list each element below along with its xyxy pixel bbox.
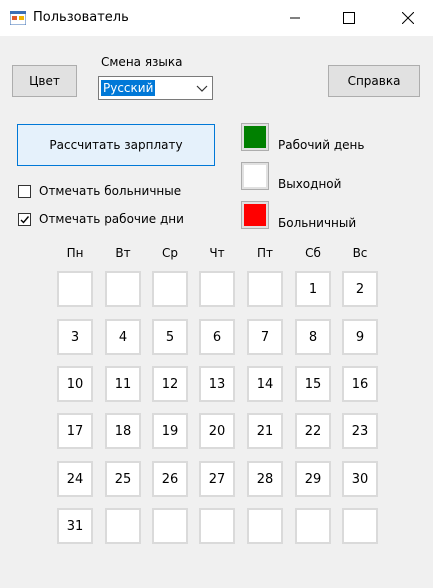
day-cell[interactable]: 17 [57,413,93,449]
weekday-header: Ср [162,246,178,260]
language-label: Смена языка [101,55,183,69]
mark-sick-checkbox[interactable] [18,185,31,198]
day-cell[interactable]: 25 [105,461,141,497]
maximize-button[interactable] [326,0,372,36]
window-title: Пользователь [33,10,129,25]
empty-day-cell[interactable] [105,271,141,307]
minimize-icon [290,17,300,19]
day-cell[interactable]: 14 [247,366,283,402]
day-cell[interactable]: 3 [57,319,93,355]
legend-label: Больничный [278,216,357,230]
weekday-header: Пн [66,246,84,260]
day-cell[interactable]: 29 [295,461,331,497]
legend-swatch[interactable] [241,201,269,229]
day-cell[interactable]: 12 [152,366,188,402]
checkmark-icon [20,216,30,224]
day-cell[interactable]: 27 [199,461,235,497]
mark-work-label: Отмечать рабочие дни [39,212,184,226]
legend-swatch[interactable] [241,162,269,190]
weekday-header: Вс [352,246,368,260]
day-cell[interactable]: 31 [57,508,93,544]
weekday-header: Вт [115,246,131,260]
maximize-icon [343,12,355,24]
close-icon [402,12,414,24]
day-cell[interactable]: 1 [295,271,331,307]
day-cell[interactable]: 4 [105,319,141,355]
mark-work-checkbox[interactable] [18,213,31,226]
legend-swatch[interactable] [241,123,269,151]
day-cell[interactable]: 26 [152,461,188,497]
day-cell[interactable]: 22 [295,413,331,449]
language-select[interactable]: Русский [98,76,213,100]
calculate-salary-button[interactable]: Рассчитать зарплату [17,124,215,166]
chevron-down-icon [196,85,208,92]
title-bar: Пользователь [0,0,433,36]
day-cell[interactable]: 24 [57,461,93,497]
weekday-header: Чт [209,246,225,260]
day-cell[interactable]: 9 [342,319,378,355]
day-cell[interactable]: 6 [199,319,235,355]
day-cell[interactable]: 18 [105,413,141,449]
day-cell[interactable]: 23 [342,413,378,449]
day-cell[interactable]: 13 [199,366,235,402]
weekday-header: Сб [305,246,321,260]
empty-day-cell[interactable] [199,508,235,544]
day-cell[interactable]: 10 [57,366,93,402]
day-cell[interactable]: 19 [152,413,188,449]
legend-label: Выходной [278,177,342,191]
day-cell[interactable]: 5 [152,319,188,355]
day-cell[interactable]: 8 [295,319,331,355]
app-icon [10,11,26,25]
day-cell[interactable]: 30 [342,461,378,497]
day-cell[interactable]: 15 [295,366,331,402]
empty-day-cell[interactable] [342,508,378,544]
help-button[interactable]: Справка [328,65,420,97]
day-cell[interactable]: 21 [247,413,283,449]
empty-day-cell[interactable] [247,271,283,307]
empty-day-cell[interactable] [152,271,188,307]
empty-day-cell[interactable] [199,271,235,307]
legend-swatch-fill [244,204,266,226]
mark-sick-label: Отмечать больничные [39,184,182,198]
color-button[interactable]: Цвет [12,65,77,97]
minimize-button[interactable] [272,0,318,36]
day-cell[interactable]: 11 [105,366,141,402]
day-cell[interactable]: 16 [342,366,378,402]
empty-day-cell[interactable] [57,271,93,307]
legend-swatch-fill [244,165,266,187]
language-selected-value: Русский [101,80,156,96]
empty-day-cell[interactable] [295,508,331,544]
day-cell[interactable]: 2 [342,271,378,307]
day-cell[interactable]: 20 [199,413,235,449]
empty-day-cell[interactable] [247,508,283,544]
legend-swatch-fill [244,126,266,148]
close-button[interactable] [385,0,431,36]
day-cell[interactable]: 7 [247,319,283,355]
empty-day-cell[interactable] [152,508,188,544]
empty-day-cell[interactable] [105,508,141,544]
legend-label: Рабочий день [278,138,365,152]
day-cell[interactable]: 28 [247,461,283,497]
weekday-header: Пт [256,246,273,260]
